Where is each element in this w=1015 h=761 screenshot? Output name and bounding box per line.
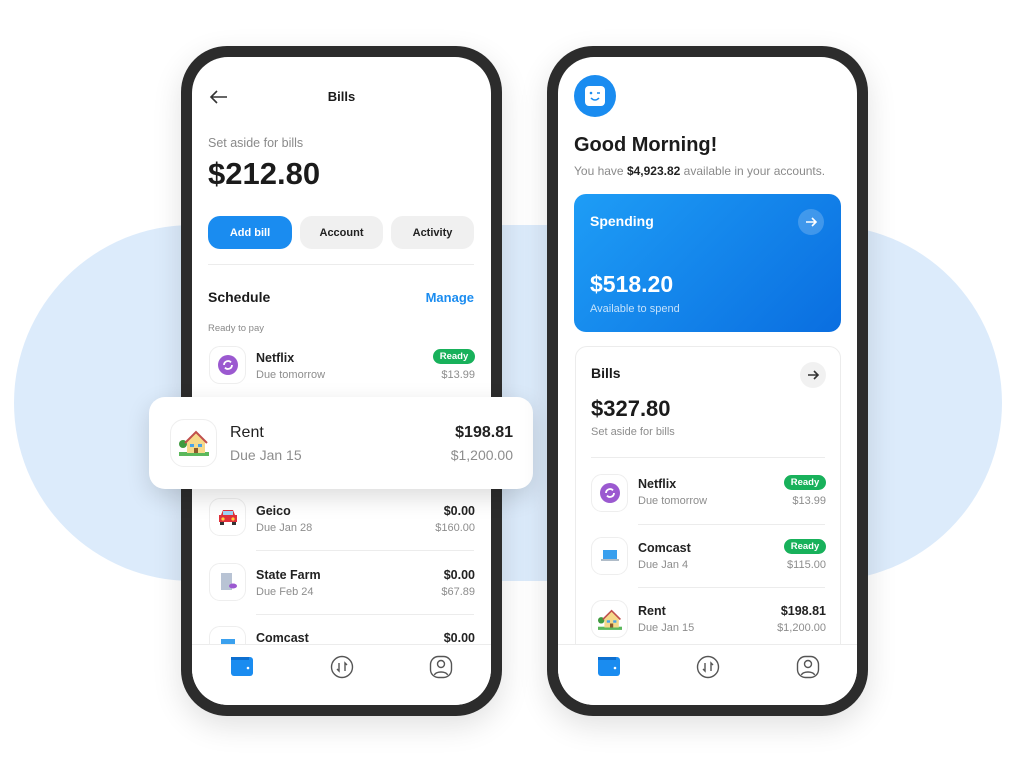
account-button[interactable]: Account bbox=[300, 216, 383, 249]
bill-amount: $198.81 bbox=[455, 424, 513, 441]
divider bbox=[256, 614, 474, 615]
netflix-icon-box bbox=[591, 474, 628, 512]
page-title: Bills bbox=[327, 89, 356, 104]
divider bbox=[638, 587, 825, 588]
activity-button[interactable]: Activity bbox=[391, 216, 474, 249]
bill-due: Due Jan 4 bbox=[638, 559, 689, 571]
bill-amount: $0.00 bbox=[443, 631, 475, 645]
bill-amount: $0.00 bbox=[443, 504, 475, 518]
bill-name: Geico bbox=[256, 504, 291, 518]
divider bbox=[256, 550, 474, 551]
bill-name: Rent bbox=[230, 424, 264, 441]
bills-amount: $327.80 bbox=[591, 396, 671, 421]
bill-due: Due Jan 15 bbox=[638, 622, 695, 634]
wallet-icon[interactable] bbox=[230, 655, 254, 679]
house-icon bbox=[178, 430, 209, 456]
comcast-icon-box bbox=[591, 537, 628, 575]
bill-name: Rent bbox=[638, 604, 666, 618]
arrow-right-icon[interactable] bbox=[800, 362, 826, 388]
wallet-icon[interactable] bbox=[597, 655, 621, 679]
divider bbox=[591, 457, 825, 458]
bill-due: Due Feb 24 bbox=[256, 586, 314, 598]
manage-link[interactable]: Manage bbox=[426, 290, 474, 305]
bill-name: Comcast bbox=[256, 631, 309, 645]
home-screen: Good Morning! You have $4,923.82 availab… bbox=[558, 57, 857, 705]
bill-name: State Farm bbox=[256, 568, 321, 582]
greeting: Good Morning! bbox=[574, 134, 718, 156]
arrow-right-icon[interactable] bbox=[798, 209, 824, 235]
bills-phone: Bills Set aside for bills $212.80 Add bi… bbox=[181, 46, 502, 716]
spending-title: Spending bbox=[590, 213, 654, 229]
bill-amount: $0.00 bbox=[443, 568, 475, 582]
statefarm-icon-box bbox=[209, 563, 246, 601]
bill-due: Due tomorrow bbox=[638, 495, 708, 507]
laptop-icon bbox=[600, 550, 619, 561]
bill-amount: $115.00 bbox=[787, 559, 826, 571]
bills-label: Set aside for bills bbox=[591, 426, 675, 438]
rent-icon-box bbox=[591, 600, 628, 638]
bill-due: Due tomorrow bbox=[256, 369, 326, 381]
bottom-nav bbox=[558, 644, 857, 705]
rent-floating-card[interactable]: Rent Due Jan 15 $198.81 $1,200.00 bbox=[149, 397, 533, 489]
bill-name: Netflix bbox=[256, 351, 295, 365]
bottom-nav bbox=[192, 644, 491, 705]
bill-due: Due Jan 28 bbox=[256, 522, 313, 534]
spending-label: Available to spend bbox=[590, 303, 680, 315]
add-bill-button[interactable]: Add bill bbox=[208, 216, 292, 249]
geico-icon-box bbox=[209, 498, 246, 536]
schedule-title: Schedule bbox=[208, 289, 271, 305]
bill-name: Netflix bbox=[638, 477, 677, 491]
section-label: Ready to pay bbox=[208, 323, 264, 334]
divider bbox=[638, 524, 825, 525]
refresh-icon bbox=[217, 355, 238, 375]
bill-total: $160.00 bbox=[435, 522, 475, 534]
bill-name: Comcast bbox=[638, 541, 691, 555]
bills-card[interactable]: Bills $327.80 Set aside for bills Netfli… bbox=[575, 346, 841, 686]
profile-icon[interactable] bbox=[429, 655, 453, 679]
summary-label: Set aside for bills bbox=[208, 136, 304, 150]
spending-amount: $518.20 bbox=[590, 271, 674, 297]
subtitle-prefix: You have bbox=[574, 164, 627, 178]
spending-card[interactable]: Spending $518.20 Available to spend bbox=[574, 194, 841, 332]
house-icon bbox=[597, 609, 622, 630]
subtitle-suffix: available in your accounts. bbox=[680, 164, 826, 178]
car-icon bbox=[218, 510, 237, 525]
netflix-icon-box bbox=[209, 346, 246, 384]
bill-amount: $198.81 bbox=[780, 604, 826, 618]
document-icon bbox=[220, 573, 237, 590]
smiley-icon bbox=[585, 86, 605, 106]
refresh-icon bbox=[599, 483, 620, 503]
ready-badge: Ready bbox=[784, 539, 826, 554]
transfer-icon[interactable] bbox=[330, 655, 354, 679]
total-balance: $4,923.82 bbox=[626, 164, 681, 178]
bills-screen: Bills Set aside for bills $212.80 Add bi… bbox=[192, 57, 491, 705]
profile-icon[interactable] bbox=[796, 655, 820, 679]
bills-title: Bills bbox=[591, 365, 621, 381]
divider bbox=[208, 264, 474, 265]
home-phone: Good Morning! You have $4,923.82 availab… bbox=[547, 46, 868, 716]
bill-amount: $13.99 bbox=[441, 369, 475, 381]
ready-badge: Ready bbox=[433, 349, 475, 364]
balance-subtitle: You have $4,923.82 available in your acc… bbox=[574, 164, 825, 178]
bill-total: $67.89 bbox=[441, 586, 475, 598]
avatar[interactable] bbox=[574, 75, 616, 117]
summary-amount: $212.80 bbox=[208, 156, 321, 191]
bill-amount: $13.99 bbox=[792, 495, 826, 507]
ready-badge: Ready bbox=[784, 475, 826, 490]
bill-total: $1,200.00 bbox=[777, 622, 826, 634]
bill-due: Due Jan 15 bbox=[230, 447, 302, 463]
rent-icon-box bbox=[170, 419, 217, 467]
bill-total: $1,200.00 bbox=[450, 447, 513, 463]
transfer-icon[interactable] bbox=[696, 655, 720, 679]
